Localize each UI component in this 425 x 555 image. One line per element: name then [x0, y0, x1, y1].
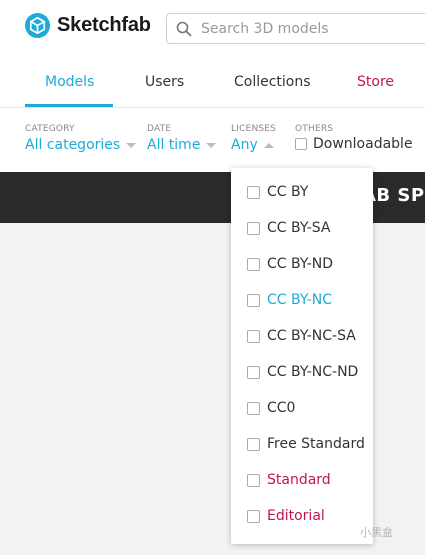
license-option-cc-by-nc[interactable]: CC BY-NC — [247, 292, 332, 308]
license-checkbox[interactable] — [247, 401, 260, 415]
date-filter-label: DATE — [147, 124, 172, 134]
tab-store[interactable]: Store — [357, 74, 394, 90]
license-option-cc0[interactable]: CC0 — [247, 400, 295, 416]
license-option-editorial[interactable]: Editorial — [247, 508, 325, 524]
chevron-up-icon — [263, 142, 274, 148]
license-option-label: CC BY-ND — [267, 256, 334, 272]
license-option-cc-by-nc-nd[interactable]: CC BY-NC-ND — [247, 364, 358, 380]
license-checkbox[interactable] — [247, 221, 260, 235]
search-input[interactable] — [199, 19, 423, 38]
license-checkbox[interactable] — [247, 473, 260, 487]
licenses-filter[interactable]: LICENSES Any — [231, 124, 276, 153]
category-filter-value[interactable]: All categories — [25, 137, 120, 153]
license-checkbox[interactable] — [247, 257, 260, 271]
license-checkbox[interactable] — [247, 185, 260, 199]
category-filter[interactable]: CATEGORY All categories — [25, 124, 137, 153]
license-option-cc-by-sa[interactable]: CC BY-SA — [247, 220, 331, 236]
license-checkbox[interactable] — [247, 509, 260, 523]
license-option-label: Standard — [267, 472, 331, 488]
license-checkbox[interactable] — [247, 437, 260, 451]
license-option-standard[interactable]: Standard — [247, 472, 331, 488]
sketchfab-logo[interactable]: Sketchfab — [25, 13, 151, 38]
date-filter[interactable]: DATE All time — [147, 124, 217, 153]
license-checkbox[interactable] — [247, 365, 260, 379]
license-option-label: CC BY — [267, 184, 309, 200]
license-option-label: Free Standard — [267, 436, 365, 452]
license-option-label: CC BY-NC-SA — [267, 328, 356, 344]
license-option-label: CC0 — [267, 400, 296, 416]
licenses-dropdown: CC BY CC BY-SA CC BY-ND CC BY-NC CC BY-N… — [231, 168, 373, 544]
main-tabs: Models Users Collections Store — [0, 62, 425, 108]
tab-collections[interactable]: Collections — [234, 74, 311, 90]
license-option-cc-by[interactable]: CC BY — [247, 184, 308, 200]
license-checkbox[interactable] — [247, 329, 260, 343]
licenses-filter-value[interactable]: Any — [231, 137, 258, 153]
chevron-down-icon — [126, 142, 137, 148]
others-filter-label: OTHERS — [295, 124, 334, 134]
license-option-cc-by-nc-sa[interactable]: CC BY-NC-SA — [247, 328, 356, 344]
license-option-free-standard[interactable]: Free Standard — [247, 436, 365, 452]
active-tab-indicator — [25, 104, 113, 107]
tab-models[interactable]: Models — [45, 74, 94, 90]
sketchfab-logo-icon — [25, 13, 50, 38]
others-filter: OTHERS Downloadable — [295, 124, 413, 152]
search-icon — [176, 21, 192, 36]
chevron-down-icon — [206, 142, 217, 148]
license-option-label: CC BY-NC — [267, 292, 333, 308]
search-box[interactable] — [166, 13, 425, 44]
license-option-cc-by-nd[interactable]: CC BY-ND — [247, 256, 333, 272]
licenses-filter-label: LICENSES — [231, 124, 277, 134]
license-option-label: CC BY-SA — [267, 220, 331, 236]
downloadable-checkbox[interactable] — [295, 138, 307, 150]
brand-name: Sketchfab — [57, 14, 151, 36]
watermark: 小黑盒 — [360, 526, 393, 539]
tab-users[interactable]: Users — [145, 74, 184, 90]
license-option-label: CC BY-NC-ND — [267, 364, 359, 380]
date-filter-value[interactable]: All time — [147, 137, 200, 153]
downloadable-toggle[interactable]: Downloadable — [295, 136, 413, 152]
license-option-label: Editorial — [267, 508, 325, 524]
license-checkbox[interactable] — [247, 293, 260, 307]
category-filter-label: CATEGORY — [25, 124, 75, 134]
downloadable-label: Downloadable — [313, 136, 413, 152]
